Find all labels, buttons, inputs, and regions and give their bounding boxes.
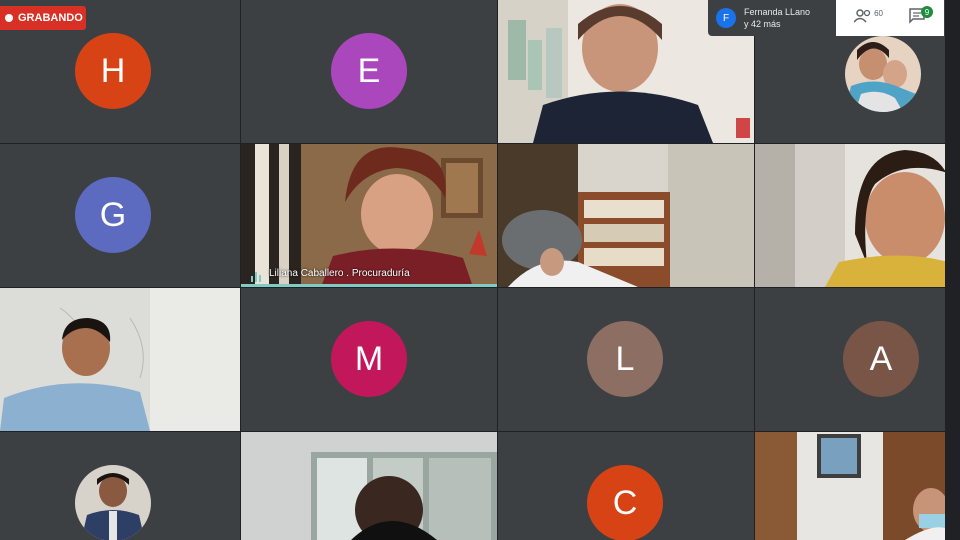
profile-photo-avatar (845, 36, 921, 112)
participant-video-window[interactable] (241, 432, 497, 540)
audio-level-icon (251, 269, 263, 282)
participant-tile-photo-bottom-left[interactable] (0, 432, 240, 540)
participant-tile-m[interactable]: M (241, 288, 497, 431)
avatar-e: E (331, 33, 407, 109)
active-speaker-indicator (241, 284, 497, 287)
people-icon (853, 8, 872, 28)
avatar-g: G (75, 177, 151, 253)
participant-video-office[interactable] (755, 432, 945, 540)
presenter-name: Fernanda LLano (744, 7, 811, 17)
avatar-l: L (587, 321, 663, 397)
top-right-toolbar: 60 9 (836, 0, 944, 36)
record-dot-icon (5, 14, 13, 22)
avatar-m: M (331, 321, 407, 397)
participant-video-man-left[interactable] (0, 288, 240, 431)
chat-badge: 9 (921, 6, 933, 18)
profile-photo-avatar (75, 465, 151, 540)
video-feed (0, 288, 240, 431)
recording-label: GRABANDO (18, 12, 83, 24)
participant-video-speaker[interactable]: Liliana Caballero . Procuraduría (241, 144, 497, 287)
video-feed (498, 144, 754, 287)
avatar-a: A (843, 321, 919, 397)
participant-video-bookshelf[interactable] (498, 144, 754, 287)
participant-video-woman-right[interactable] (755, 144, 945, 287)
avatar-h: H (75, 33, 151, 109)
presenter-chip[interactable]: F Fernanda LLano y 42 más (708, 0, 834, 36)
participants-button[interactable]: 60 (849, 6, 883, 30)
participant-tile-e[interactable]: E (241, 0, 497, 143)
presenter-others: y 42 más (744, 19, 781, 29)
chat-button[interactable]: 9 (903, 6, 933, 30)
presenter-avatar: F (716, 8, 736, 28)
participant-tile-c[interactable]: C (498, 432, 754, 540)
participant-tile-g[interactable]: G (0, 144, 240, 287)
avatar-c: C (587, 465, 663, 540)
recording-indicator: GRABANDO (0, 6, 86, 30)
participants-count: 60 (874, 9, 883, 18)
video-feed (755, 432, 945, 540)
video-feed (241, 432, 497, 540)
video-feed (241, 144, 497, 287)
participant-tile-a[interactable]: A (755, 288, 945, 431)
video-feed (755, 144, 945, 287)
participant-tile-l[interactable]: L (498, 288, 754, 431)
speaker-name-label: Liliana Caballero . Procuraduría (269, 268, 410, 279)
